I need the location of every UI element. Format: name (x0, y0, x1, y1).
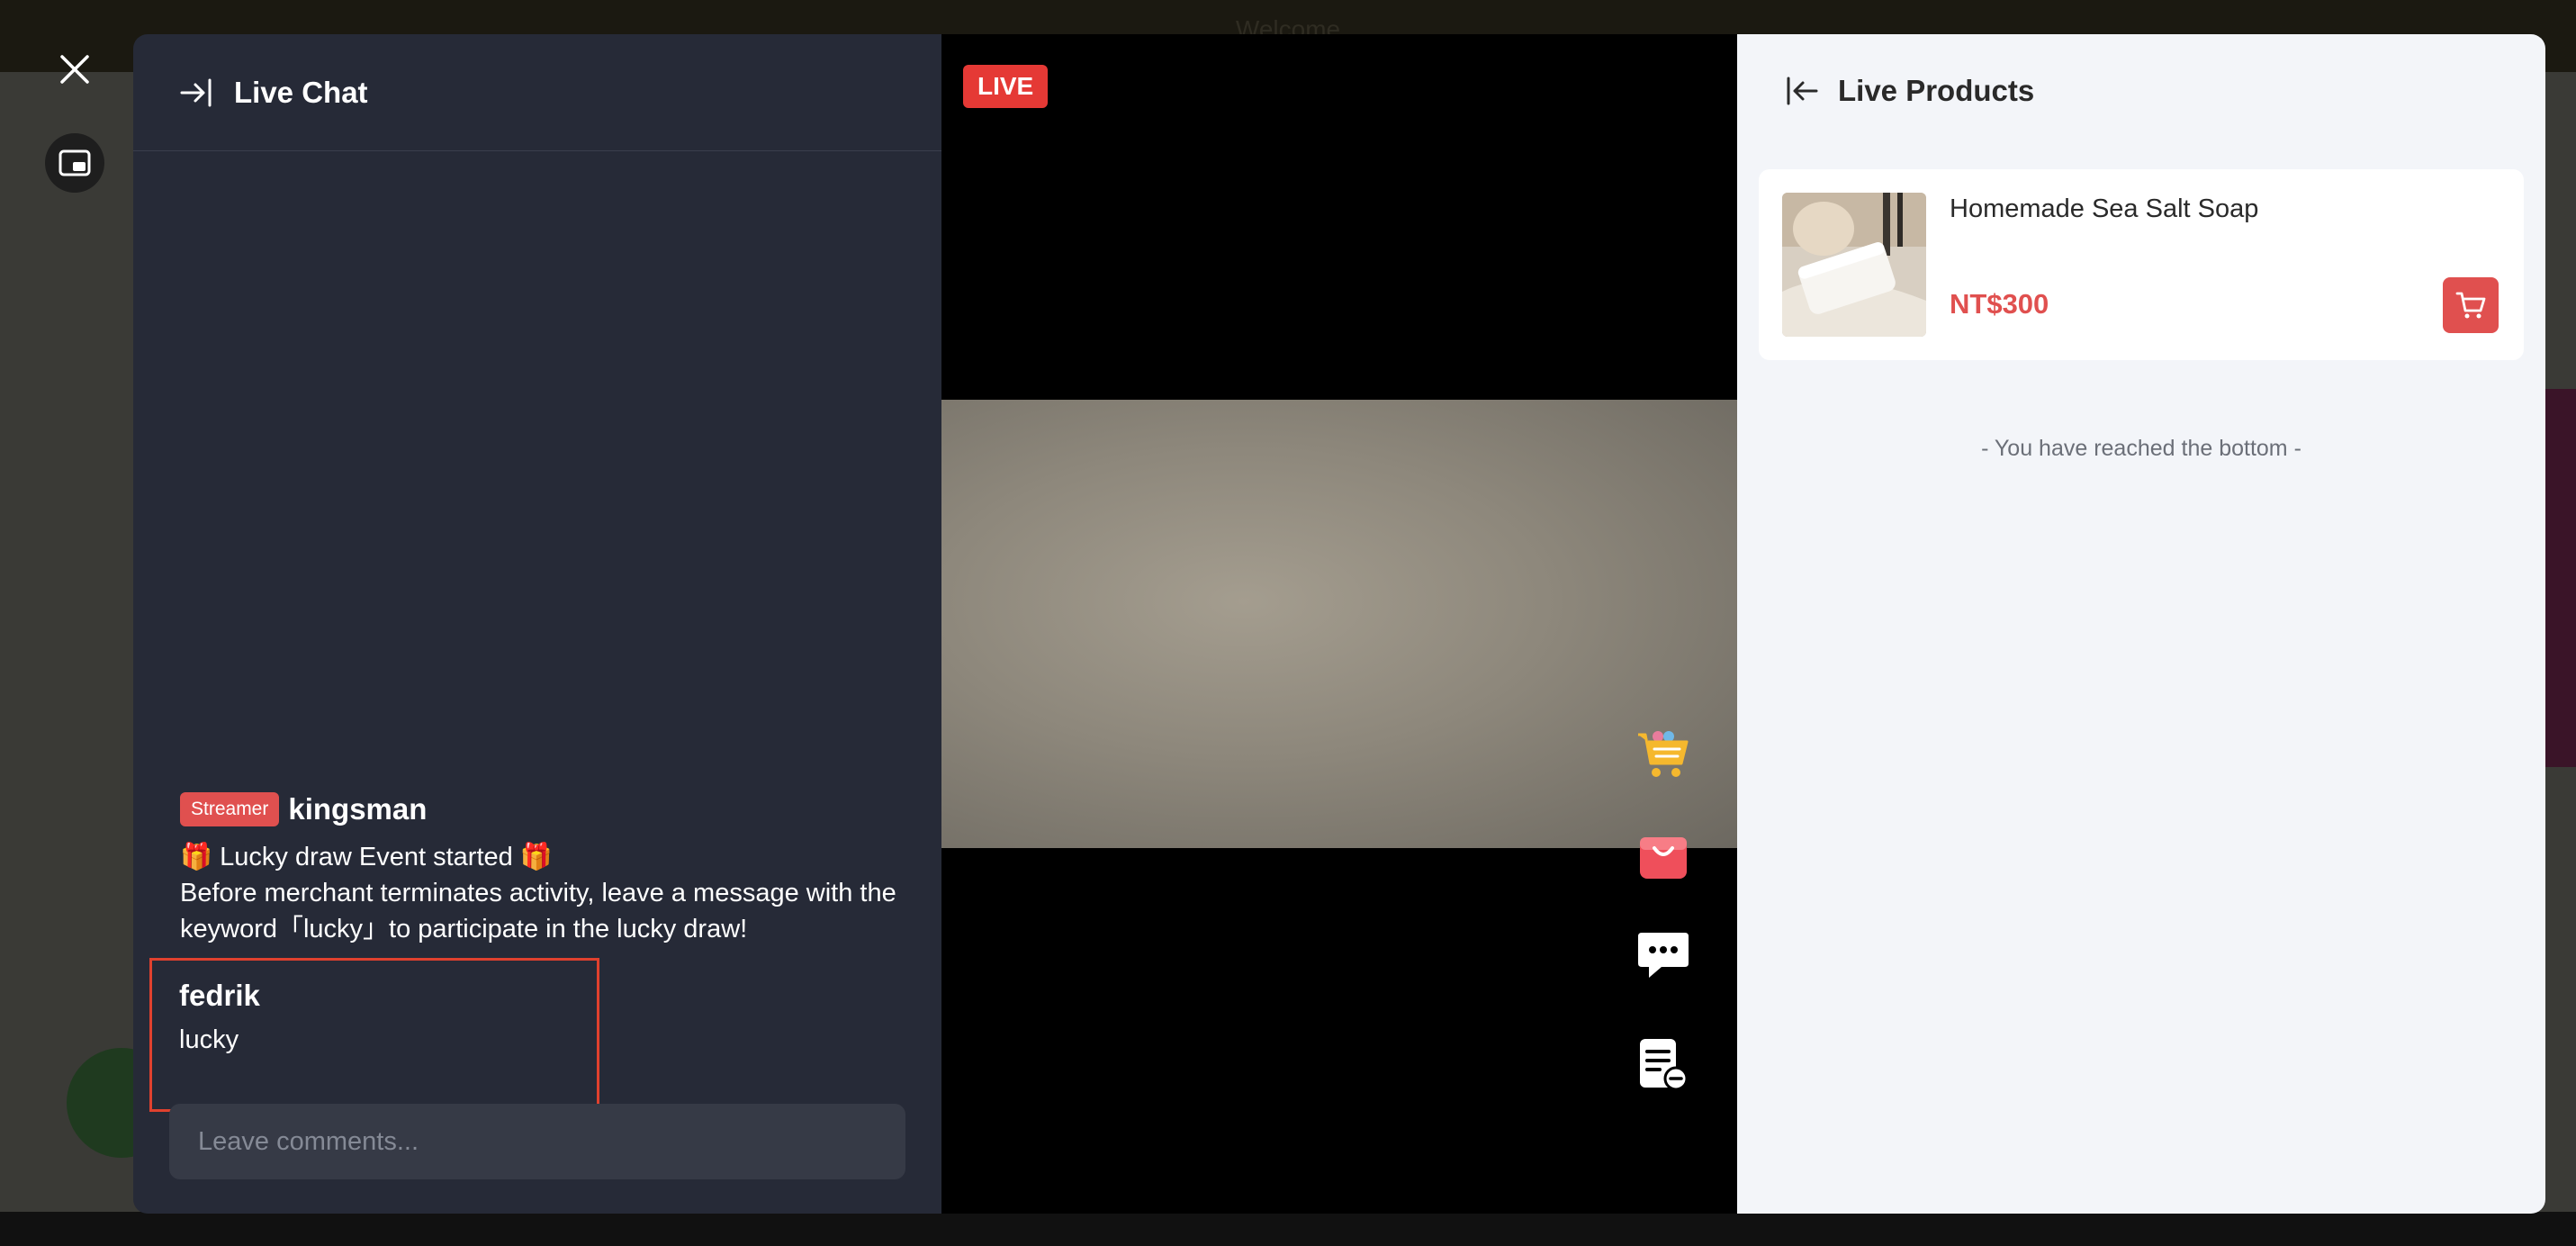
user-message-username: fedrik (179, 979, 260, 1012)
background-bottom-strip (0, 1212, 2576, 1246)
picture-in-picture-button[interactable] (45, 133, 104, 193)
close-icon (60, 55, 89, 84)
streamer-message-line-1: 🎁 Lucky draw Event started 🎁 (180, 839, 918, 875)
chat-bubble-icon[interactable] (1635, 925, 1692, 983)
highlighted-user-message: fedrik lucky (149, 958, 599, 1112)
comment-input[interactable] (169, 1104, 905, 1179)
live-products-header: Live Products (1737, 34, 2545, 148)
end-of-list-note: - You have reached the bottom - (1981, 436, 2301, 461)
product-name[interactable]: Homemade Sea Salt Soap (1950, 194, 2258, 224)
collapse-products-button[interactable] (1784, 73, 1820, 109)
gift-icon: 🎁 (519, 843, 553, 871)
live-chat-header: Live Chat (133, 34, 941, 151)
gift-icon: 🎁 (180, 843, 213, 871)
streamer-message-text: 🎁 Lucky draw Event started 🎁 Before merc… (180, 839, 918, 947)
user-message-text: lucky (179, 1025, 239, 1054)
collapse-right-icon (180, 78, 212, 106)
cart-icon (2455, 292, 2486, 319)
screen: Welcome Live Chat Streamer kingsman 🎁 Lu… (0, 0, 2576, 1246)
picture-in-picture-icon (59, 149, 91, 176)
shopping-bag-icon[interactable] (1635, 825, 1692, 882)
live-badge: LIVE (963, 65, 1049, 108)
live-video-panel[interactable]: LIVE (941, 34, 1737, 1214)
cart-icon[interactable] (1635, 724, 1692, 781)
add-to-cart-button[interactable] (2443, 277, 2499, 333)
lucky-draw-started-text: Lucky draw Event started (212, 843, 520, 871)
collapse-chat-button[interactable] (178, 75, 214, 111)
product-card[interactable]: Homemade Sea Salt Soap NT$300 (1759, 169, 2524, 360)
live-chat-panel: Live Chat Streamer kingsman 🎁 Lucky draw… (133, 34, 941, 1214)
video-stream[interactable] (941, 400, 1737, 848)
streamer-badge: Streamer (180, 792, 280, 826)
notes-icon[interactable] (1635, 1035, 1692, 1093)
live-products-panel: Live Products Homemade Sea Salt Soap NT$… (1737, 34, 2545, 1214)
close-button[interactable] (45, 40, 104, 99)
collapse-left-icon (1787, 77, 1818, 105)
live-chat-title: Live Chat (234, 75, 368, 109)
product-thumbnail[interactable] (1782, 193, 1926, 337)
streamer-username: kingsman (288, 792, 428, 826)
background-side-banner (2545, 389, 2576, 767)
live-stream-modal: Live Chat Streamer kingsman 🎁 Lucky draw… (133, 34, 2545, 1214)
product-price: NT$300 (1950, 288, 2049, 320)
streamer-message-line-2: Before merchant terminates activity, lea… (180, 879, 896, 944)
streamer-message: Streamer kingsman 🎁 Lucky draw Event sta… (180, 792, 918, 947)
live-products-title: Live Products (1838, 74, 2035, 107)
